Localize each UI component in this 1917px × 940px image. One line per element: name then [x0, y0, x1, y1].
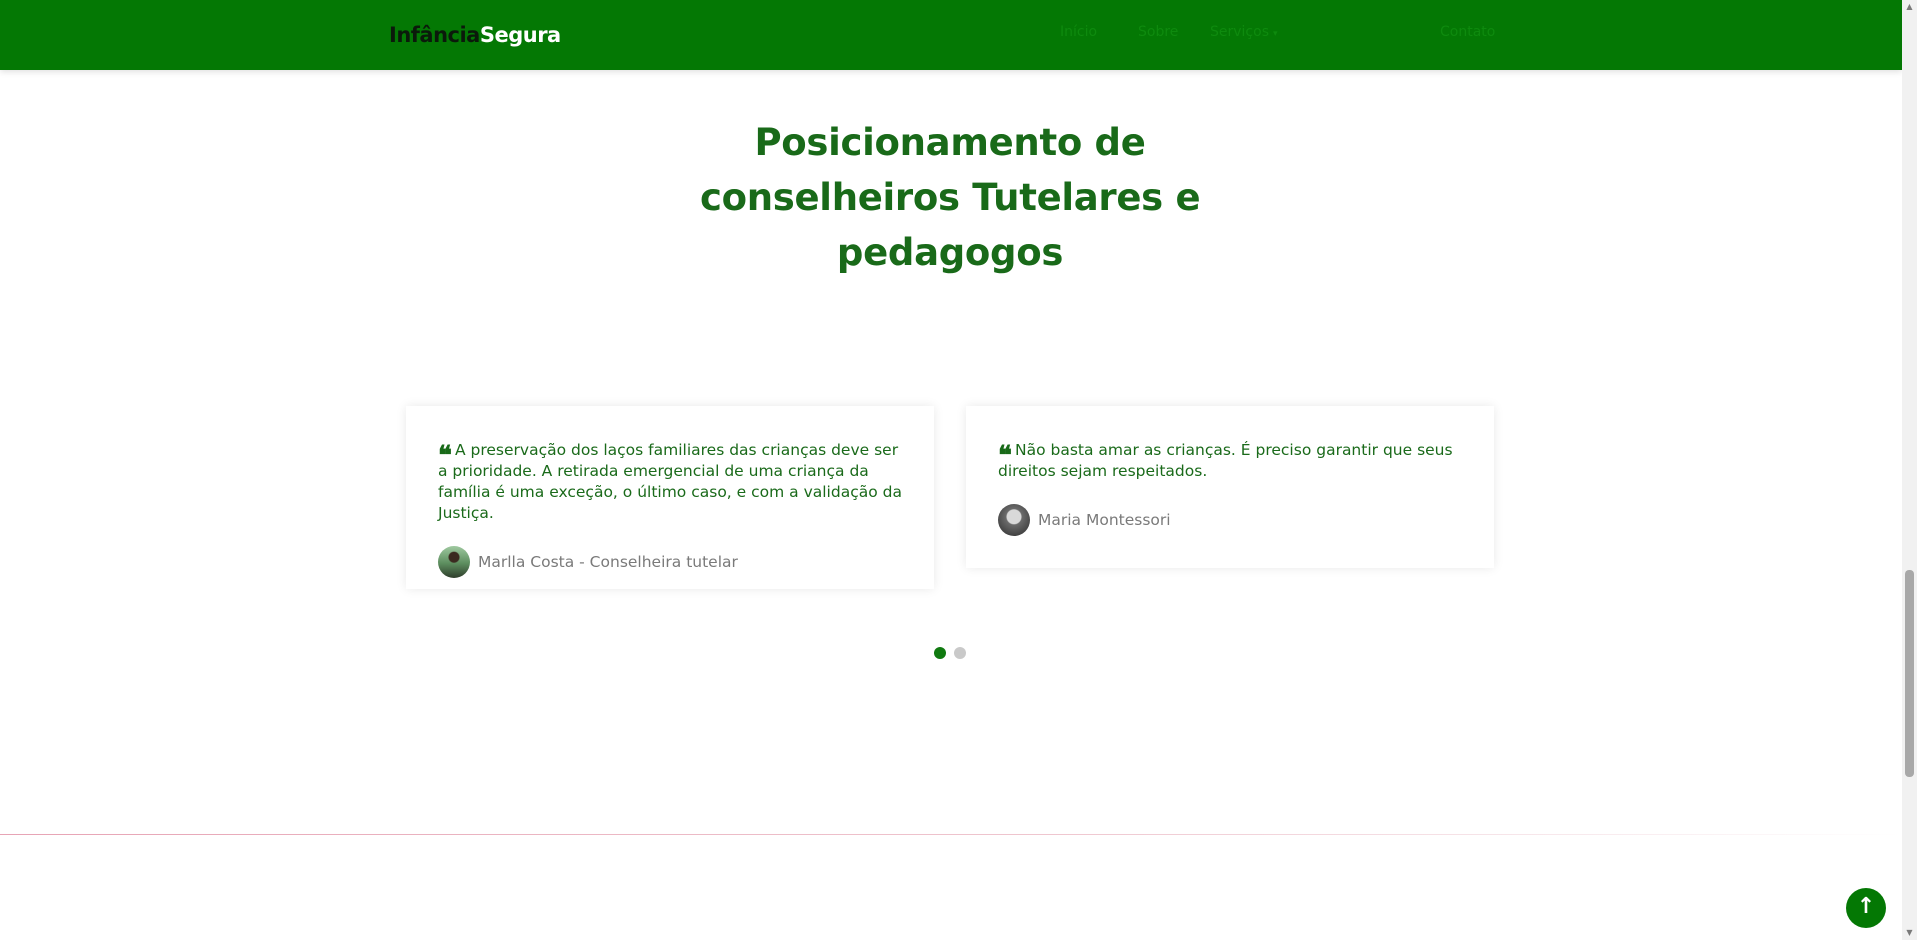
scrollbar-thumb[interactable]	[1905, 570, 1914, 777]
nav-link-contato[interactable]: Contato	[1440, 24, 1495, 40]
page-scrollbar[interactable]: ▲ ▼	[1902, 0, 1917, 940]
testimonial-quote: ❝ Não basta amar as crianças. É preciso g…	[998, 440, 1462, 482]
scroll-down-arrow-icon[interactable]: ▼	[1902, 926, 1917, 940]
carousel-dot-1[interactable]	[934, 647, 946, 659]
arrow-up-icon: ↑	[1856, 894, 1876, 919]
logo-text-part1: Infância	[389, 23, 480, 47]
nav-link-inicio[interactable]: Início	[1060, 24, 1097, 40]
testimonial-card: ❝ A preservação dos laços familiares das …	[406, 406, 934, 589]
carousel-dot-2[interactable]	[954, 647, 966, 659]
nav-dropdown-label: Serviços	[1210, 24, 1269, 40]
nav-dropdown-servicos[interactable]: Serviços ▾	[1210, 24, 1278, 40]
avatar	[998, 504, 1030, 536]
testimonial-quote: ❝ A preservação dos laços familiares das …	[438, 440, 902, 524]
testimonial-author: Maria Montessori	[998, 504, 1462, 536]
section-title-line-3: pedagogos	[836, 231, 1064, 274]
nav-link-sobre[interactable]: Sobre	[1138, 24, 1178, 40]
testimonial-author: Marlla Costa - Conselheira tutelar	[438, 546, 902, 578]
section-title-line-1: Posicionamento de	[754, 121, 1146, 164]
site-logo[interactable]: InfânciaSegura	[389, 20, 561, 50]
section-title: Posicionamento de conselheiros Tutelares…	[700, 115, 1201, 280]
section-title-line-2: conselheiros Tutelares e	[700, 176, 1201, 219]
testimonial-quote-text: A preservação dos laços familiares das c…	[438, 441, 902, 522]
avatar	[438, 546, 470, 578]
testimonial-quote-text: Não basta amar as crianças. É preciso ga…	[998, 441, 1453, 480]
testimonial-card: ❝ Não basta amar as crianças. É preciso g…	[966, 406, 1494, 568]
author-name: Marlla Costa - Conselheira tutelar	[478, 553, 738, 571]
author-name: Maria Montessori	[1038, 511, 1171, 529]
top-navbar: InfânciaSegura Início Sobre Serviços ▾ Co…	[0, 0, 1902, 70]
chevron-down-icon: ▾	[1273, 29, 1278, 39]
section-divider	[0, 834, 1902, 835]
scroll-up-arrow-icon[interactable]: ▲	[1902, 0, 1917, 14]
back-to-top-button[interactable]: ↑	[1846, 888, 1886, 928]
logo-text-part2: Segura	[479, 23, 561, 47]
